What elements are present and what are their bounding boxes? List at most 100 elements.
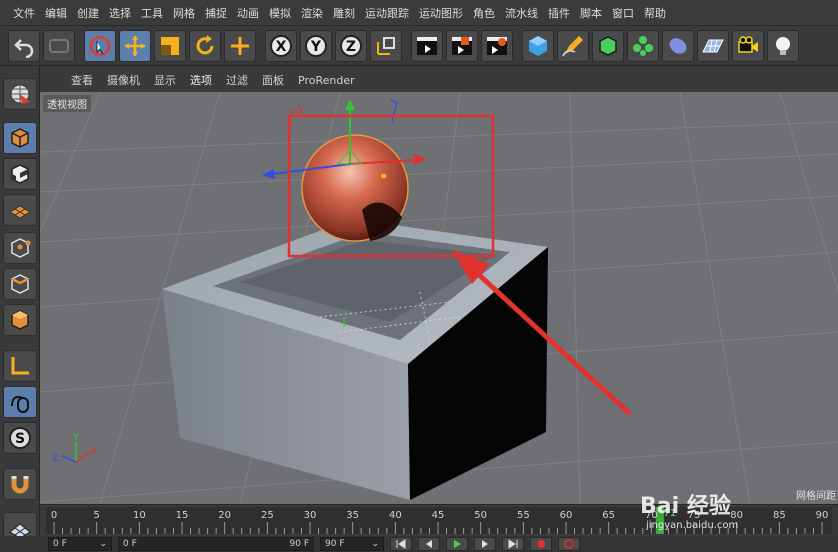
coordinate-system-button[interactable] [370,29,402,62]
workplane-mode-button[interactable] [3,194,37,226]
transform-button[interactable] [224,29,256,62]
floor-button[interactable] [697,29,729,62]
menu-item-1[interactable]: 编辑 [40,5,72,21]
magnet-button[interactable] [3,468,37,500]
rotate-button[interactable] [189,29,221,62]
menu-item-11[interactable]: 运动跟踪 [360,5,414,21]
subdivision-button[interactable] [592,29,624,62]
y-axis-icon: Y [305,34,327,57]
start-frame-field[interactable]: 0 F ⌄ [48,537,112,551]
go-to-end-icon [508,539,518,549]
menu-item-5[interactable]: 网格 [168,5,200,21]
stepper-icon: ⌄ [371,539,379,549]
previous-key-button[interactable] [418,537,440,551]
deformer-icon [669,37,687,54]
points-mode-button[interactable] [3,232,37,264]
z-axis-button[interactable]: Z [335,29,367,62]
cube-button[interactable] [522,29,554,62]
subdivision-icon [599,35,617,56]
timeline-tick-label: 55 [516,510,530,521]
render-to-picture-viewer-button[interactable] [446,29,478,62]
undo-button[interactable] [8,29,40,62]
edges-mode-button[interactable] [3,268,37,300]
menu-item-16[interactable]: 脚本 [575,5,607,21]
timeline-tick-label: 40 [388,510,402,521]
frame-range-slider[interactable]: 0 F 90 F [118,537,314,551]
menu-item-0[interactable]: 文件 [8,5,40,21]
go-to-end-button[interactable] [502,537,524,551]
autokey-button[interactable] [558,537,580,551]
menu-item-18[interactable]: 帮助 [639,5,671,21]
svg-text:X: X [91,447,97,457]
y-axis-button[interactable]: Y [300,29,332,62]
tweak-mode-button[interactable] [3,386,37,418]
light-button[interactable] [767,29,799,62]
z-axis-icon: Z [340,34,362,57]
viewport-menu-item-1[interactable]: 摄像机 [100,72,147,88]
cube-icon [529,35,547,56]
timeline-tick-label: 65 [602,510,616,521]
render-settings-button[interactable] [481,29,513,62]
render-view-button[interactable] [411,29,443,62]
menu-item-7[interactable]: 动画 [232,5,264,21]
model-mode-button[interactable] [3,122,37,154]
range-end-value: 90 F [289,539,310,549]
play-button[interactable] [446,537,468,551]
viewport-menu-item-6[interactable]: ProRender [291,74,362,87]
menu-item-17[interactable]: 窗口 [607,5,639,21]
timeline-tick-label: 90 [815,510,829,521]
menu-item-2[interactable]: 创建 [72,5,104,21]
move-button[interactable] [119,29,151,62]
deformer-button[interactable] [662,29,694,62]
start-frame-value: 0 F [53,539,67,549]
menu-item-6[interactable]: 捕捉 [200,5,232,21]
redo-button[interactable] [43,29,75,62]
menu-item-10[interactable]: 雕刻 [328,5,360,21]
next-key-button[interactable] [474,537,496,551]
viewport-scene: Y Z X [40,92,838,504]
light-icon [776,36,790,55]
pen-button[interactable] [557,29,589,62]
range-start-value: 0 F [123,539,137,549]
x-axis-button[interactable]: X [265,29,297,62]
menu-item-15[interactable]: 插件 [543,5,575,21]
menu-item-4[interactable]: 工具 [136,5,168,21]
viewport-menu-item-3[interactable]: 选项 [183,72,219,88]
menu-item-8[interactable]: 模拟 [264,5,296,21]
previous-key-icon [426,540,432,548]
viewport-menu-item-2[interactable]: 显示 [147,72,183,88]
menu-item-12[interactable]: 运动图形 [414,5,468,21]
viewport-menu-item-4[interactable]: 过滤 [219,72,255,88]
next-key-icon [482,540,488,548]
record-button[interactable] [530,537,552,551]
menu-item-13[interactable]: 角色 [468,5,500,21]
svg-text:Z: Z [346,39,356,55]
make-editable-button[interactable] [3,78,37,110]
menu-item-9[interactable]: 渲染 [296,5,328,21]
menu-item-3[interactable]: 选择 [104,5,136,21]
go-to-start-button[interactable] [390,537,412,551]
viewport-menu-item-5[interactable]: 面板 [255,72,291,88]
polygons-mode-button[interactable] [3,304,37,336]
timeline-tick-label: 20 [218,510,232,521]
texture-mode-button[interactable] [3,158,37,190]
menu-bar: 文件 编辑 创建 选择 工具 网格 捕捉 动画 模拟 渲染 雕刻 运动跟踪 运动图形 角色 流水线 插件 脚本窗… [0,0,838,26]
perspective-viewport[interactable]: Y Z X 透视视图 网格间距 [40,92,838,504]
cloner-button[interactable] [627,29,659,62]
menu-item-14[interactable]: 流水线 [500,5,543,21]
axis-mode-button[interactable] [3,350,37,382]
scale-button[interactable] [154,29,186,62]
timeline-tick-label: 5 [93,510,100,521]
snap-s-icon: S [9,427,31,449]
play-icon [454,540,461,548]
rotate-icon [196,34,214,54]
live-select-button[interactable] [84,29,116,62]
baidu-watermark-url: jingyan.baidu.com [646,520,739,531]
timeline-tick-label: 35 [346,510,360,521]
checker-cube-icon [11,164,29,184]
viewport-menu-item-0[interactable]: 查看 [64,72,100,88]
polygons-cube-icon [11,310,29,330]
snap-button[interactable]: S [3,422,37,454]
end-frame-field[interactable]: 90 F ⌄ [320,537,384,551]
camera-button[interactable] [732,29,764,62]
